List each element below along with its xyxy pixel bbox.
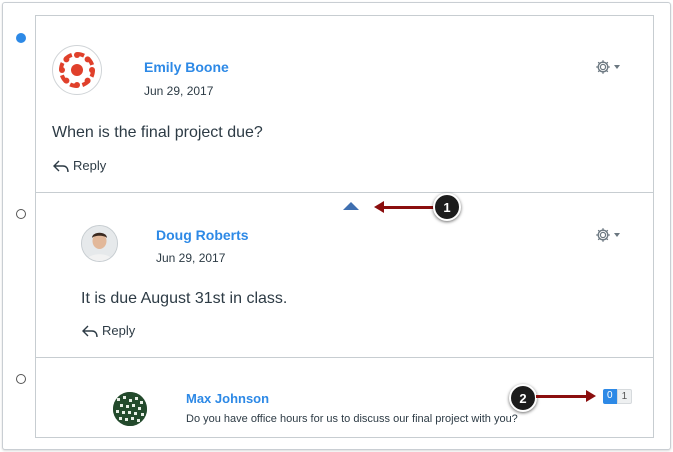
post-date: Jun 29, 2017: [144, 84, 214, 98]
entry-divider: [35, 357, 654, 358]
chevron-down-icon: [614, 65, 620, 69]
unread-count: 0: [603, 389, 617, 404]
canvas-logo-icon: [59, 52, 95, 88]
reply-label: Reply: [102, 323, 136, 338]
message-body: It is due August 31st in class.: [81, 290, 288, 307]
read-indicator-dot[interactable]: [16, 209, 26, 219]
person-photo-icon: [82, 226, 117, 261]
author-name[interactable]: Max Johnson: [186, 391, 269, 406]
collapse-replies-arrow[interactable]: [343, 202, 359, 210]
message-body: When is the final project due?: [52, 124, 263, 141]
callout-badge: 2: [509, 384, 537, 412]
gear-icon: [596, 228, 610, 242]
discussion-thread: [35, 15, 654, 438]
reply-button[interactable]: Reply: [52, 158, 106, 173]
reply-icon: [82, 325, 98, 337]
read-indicator-dot[interactable]: [16, 374, 26, 384]
callout-arrow-line: [382, 206, 434, 209]
callout-badge: 1: [433, 193, 461, 221]
entry-divider: [35, 192, 654, 193]
chevron-down-icon: [614, 233, 620, 237]
author-name[interactable]: Emily Boone: [144, 59, 229, 75]
reply-count-badge[interactable]: 0 1: [603, 389, 633, 404]
reply-icon: [53, 160, 69, 172]
message-preview: Do you have office hours for us to discu…: [186, 413, 518, 425]
reply-button[interactable]: Reply: [81, 323, 135, 338]
author-name[interactable]: Doug Roberts: [156, 227, 249, 243]
callout-arrowhead: [586, 390, 596, 402]
total-count: 1: [616, 389, 633, 404]
entry-options-menu[interactable]: [595, 227, 620, 243]
callout-arrow-line: [536, 395, 588, 398]
avatar[interactable]: [81, 225, 118, 262]
post-date: Jun 29, 2017: [156, 251, 226, 265]
avatar[interactable]: [113, 392, 147, 426]
unread-indicator-dot[interactable]: [16, 33, 26, 43]
entry-options-menu[interactable]: [595, 59, 620, 75]
pattern-avatar-icon: [113, 392, 147, 426]
reply-label: Reply: [73, 158, 107, 173]
gear-icon: [596, 60, 610, 74]
avatar[interactable]: [52, 45, 102, 95]
